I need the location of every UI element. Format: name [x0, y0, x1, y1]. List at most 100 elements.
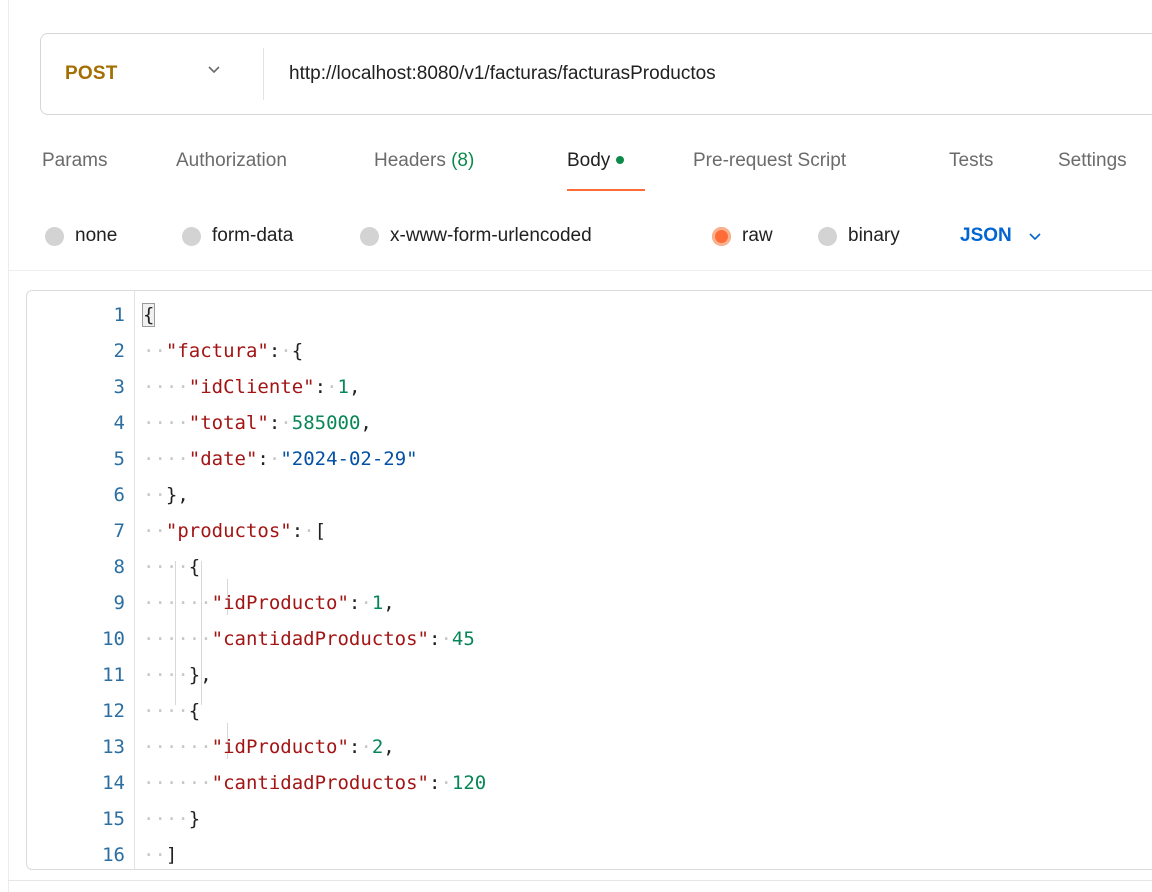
- whitespace-marker: ······: [143, 628, 212, 650]
- body-type-binary[interactable]: binary: [818, 223, 900, 249]
- body-format-label: JSON: [960, 225, 1012, 246]
- body-type-form-data[interactable]: form-data: [182, 223, 293, 249]
- http-method-select[interactable]: POST: [65, 63, 118, 85]
- tab-authorization[interactable]: Authorization: [176, 150, 287, 172]
- whitespace-marker: ·: [440, 772, 452, 794]
- radio-label: form-data: [212, 225, 294, 246]
- section-divider: [8, 270, 1152, 271]
- tab-headers[interactable]: Headers (8): [374, 150, 474, 172]
- radio-button[interactable]: [360, 226, 379, 246]
- code-line[interactable]: 5 ····"date":·"2024-02-29": [27, 441, 1152, 477]
- json-number: 1: [337, 376, 349, 398]
- tab-pre-request-script[interactable]: Pre-request Script: [693, 150, 846, 172]
- whitespace-marker: ·: [280, 340, 292, 362]
- whitespace-marker: ·: [360, 736, 372, 758]
- code-editor[interactable]: 1{2 ··"factura":·{3 ····"idCliente":·1, 4 ··…: [26, 290, 1152, 870]
- json-punctuation: [: [314, 520, 327, 542]
- panel-bottom-border: [8, 880, 1152, 881]
- code-content: ····"total":·585000,: [143, 405, 372, 441]
- json-punctuation: :: [314, 376, 327, 398]
- chevron-down-icon: [1029, 233, 1041, 241]
- json-punctuation: },: [188, 664, 212, 686]
- json-number: 585000: [291, 412, 361, 434]
- whitespace-marker: ··: [143, 520, 166, 542]
- code-content: ····"idCliente":·1,: [143, 369, 360, 405]
- radio-label: raw: [742, 225, 773, 246]
- radio-button[interactable]: [182, 226, 201, 246]
- request-url-bar: POST: [40, 33, 1152, 115]
- json-key: "total": [188, 412, 269, 434]
- code-line[interactable]: 11 ····},: [27, 657, 1152, 693]
- body-type-none[interactable]: none: [45, 223, 117, 249]
- code-line[interactable]: 3 ····"idCliente":·1,: [27, 369, 1152, 405]
- line-number: 8: [113, 556, 125, 578]
- url-input[interactable]: [289, 56, 1149, 92]
- whitespace-marker: ······: [143, 736, 212, 758]
- json-number: 1: [371, 592, 384, 614]
- code-line[interactable]: 8 ····{: [27, 549, 1152, 585]
- chevron-down-icon[interactable]: [207, 62, 221, 76]
- json-key: "productos": [165, 520, 292, 542]
- whitespace-marker: ····: [143, 700, 189, 722]
- line-number: 11: [102, 664, 125, 686]
- code-line[interactable]: 2 ··"factura":·{: [27, 333, 1152, 369]
- json-string: "2024-02-29": [280, 448, 418, 470]
- whitespace-marker: ··: [143, 844, 166, 866]
- json-punctuation: }: [188, 808, 201, 830]
- code-line[interactable]: 16 ··]: [27, 837, 1152, 869]
- whitespace-marker: ·: [440, 628, 452, 650]
- json-key: "idProducto": [211, 592, 349, 614]
- json-key: "cantidadProductos": [211, 772, 429, 794]
- line-number: 10: [102, 628, 125, 650]
- line-number: 13: [102, 736, 125, 758]
- json-number: 120: [451, 772, 487, 794]
- whitespace-marker: ··: [143, 484, 166, 506]
- json-number: 2: [371, 736, 384, 758]
- url-separator: [263, 48, 264, 100]
- json-punctuation: {: [141, 303, 156, 327]
- headers-count-badge: (8): [451, 150, 475, 171]
- radio-button-selected[interactable]: [712, 226, 731, 246]
- code-line[interactable]: 12 ····{: [27, 693, 1152, 729]
- whitespace-marker: ······: [143, 772, 212, 794]
- body-type-raw[interactable]: raw: [712, 223, 773, 249]
- json-punctuation: {: [188, 700, 201, 722]
- code-line[interactable]: 9 ······"idProducto":·1,: [27, 585, 1152, 621]
- body-type-x-www-form-urlencoded[interactable]: x-www-form-urlencoded: [360, 223, 592, 249]
- code-content: ····{: [143, 549, 200, 585]
- code-line[interactable]: 4 ····"total":·585000,: [27, 405, 1152, 441]
- whitespace-marker: ····: [143, 448, 189, 470]
- code-line[interactable]: 6 ··},: [27, 477, 1152, 513]
- code-line[interactable]: 14 ······"cantidadProductos":·120: [27, 765, 1152, 801]
- code-line[interactable]: 10 ······"cantidadProductos":·45: [27, 621, 1152, 657]
- code-line[interactable]: 7 ··"productos":·[: [27, 513, 1152, 549]
- code-line[interactable]: 13 ······"idProducto":·2,: [27, 729, 1152, 765]
- panel-left-border: [8, 0, 9, 892]
- line-number: 2: [113, 340, 125, 362]
- json-punctuation: ,: [383, 736, 395, 758]
- tab-settings[interactable]: Settings: [1058, 150, 1127, 172]
- json-punctuation: :: [428, 772, 441, 794]
- body-modified-dot: [616, 155, 625, 164]
- tab-tests[interactable]: Tests: [949, 150, 993, 172]
- tab-params[interactable]: Params: [42, 150, 107, 172]
- json-key: "cantidadProductos": [211, 628, 429, 650]
- code-line[interactable]: 1{: [27, 297, 1152, 333]
- line-number: 4: [113, 412, 125, 434]
- line-number: 1: [113, 304, 125, 326]
- active-tab-indicator: [567, 189, 645, 191]
- radio-button[interactable]: [45, 226, 64, 246]
- json-punctuation: },: [165, 484, 189, 506]
- json-key: "date": [188, 448, 258, 470]
- tab-headers-label: Headers: [374, 150, 446, 171]
- line-number: 5: [113, 448, 125, 470]
- tab-body[interactable]: Body: [567, 150, 625, 172]
- whitespace-marker: ·: [303, 520, 315, 542]
- radio-button[interactable]: [818, 226, 837, 246]
- body-format-select[interactable]: JSON: [960, 223, 1042, 249]
- code-content: {: [141, 297, 156, 333]
- whitespace-marker: ····: [143, 808, 189, 830]
- whitespace-marker: ·: [326, 376, 338, 398]
- code-line[interactable]: 15 ····}: [27, 801, 1152, 837]
- whitespace-marker: ······: [143, 592, 212, 614]
